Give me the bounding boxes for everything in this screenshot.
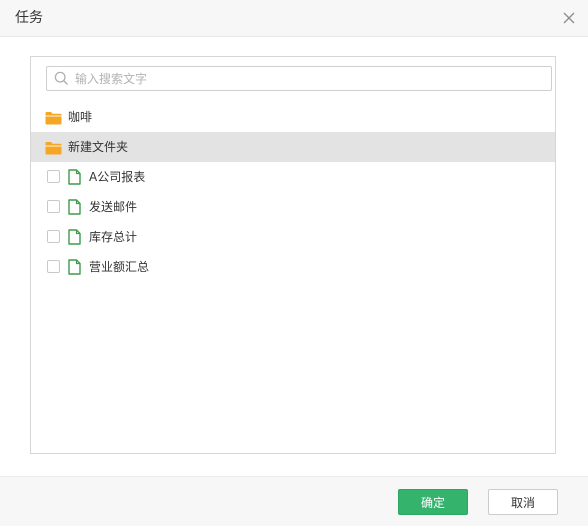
dialog-header: 任务 (0, 0, 588, 37)
file-icon (68, 229, 81, 245)
file-icon (68, 259, 81, 275)
search-icon (54, 71, 69, 86)
file-label: 发送邮件 (89, 200, 138, 214)
search-input[interactable] (75, 67, 535, 90)
task-tree-panel: 咖啡 新建文件夹 A公司报 (30, 56, 556, 454)
folder-item[interactable]: 新建文件夹 (31, 132, 555, 162)
dialog-title: 任务 (15, 10, 43, 26)
file-checkbox[interactable] (47, 170, 60, 183)
folder-icon (45, 110, 62, 125)
file-checkbox[interactable] (47, 260, 60, 273)
ok-button[interactable]: 确定 (398, 489, 468, 515)
file-icon (68, 169, 81, 185)
file-item[interactable]: 库存总计 (31, 222, 555, 252)
folder-label: 咖啡 (68, 110, 93, 124)
file-label: 营业额汇总 (89, 260, 150, 274)
file-label: 库存总计 (89, 230, 138, 244)
dialog-footer: 确定 取消 (0, 476, 588, 526)
task-tree: 咖啡 新建文件夹 A公司报表 发送邮件 库存总计 营业额汇总 (31, 102, 555, 282)
file-label: A公司报表 (89, 170, 146, 184)
file-checkbox[interactable] (47, 200, 60, 213)
task-dialog: 任务 输入搜索文字 咖啡 新建文件夹 A公司报表 发送邮件 库存总计 营业额汇总… (0, 0, 588, 526)
cancel-button[interactable]: 取消 (488, 489, 558, 515)
file-icon (68, 199, 81, 215)
file-checkbox[interactable] (47, 230, 60, 243)
folder-item[interactable]: 咖啡 (31, 102, 555, 132)
file-item[interactable]: 营业额汇总 (31, 252, 555, 282)
close-icon[interactable] (560, 9, 578, 27)
file-item[interactable]: 发送邮件 (31, 192, 555, 222)
search-box[interactable] (46, 66, 552, 91)
folder-icon (45, 140, 62, 155)
file-item[interactable]: A公司报表 (31, 162, 555, 192)
folder-label: 新建文件夹 (68, 140, 129, 154)
